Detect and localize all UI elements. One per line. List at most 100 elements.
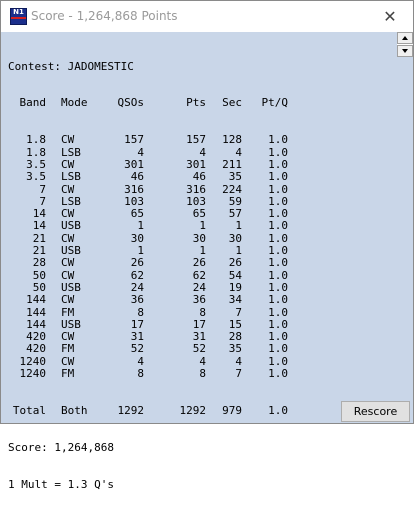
- band-rows: 1.8 CW 157 157 128 1.0 1.8 LSB 4 4 4 1.0 3.5 CW 301 301…: [8, 134, 396, 380]
- cell-band: 420: [26, 342, 46, 356]
- cell-pts: 26: [192, 256, 206, 270]
- total-ptq: 1.0: [268, 403, 288, 417]
- total-qsos: 1292: [117, 403, 145, 417]
- cell-ptq: 1.0: [268, 170, 288, 184]
- n1mm-logo-icon[interactable]: N1: [10, 8, 27, 25]
- cell-ptq: 1.0: [268, 219, 288, 233]
- cell-pts: 4: [199, 354, 206, 368]
- cell-mode: FM: [61, 367, 75, 381]
- cell-qsos: 8: [137, 305, 144, 319]
- window-title: Score - 1,264,868 Points: [31, 9, 178, 23]
- cell-ptq: 1.0: [268, 256, 288, 270]
- cell-band: 144: [26, 293, 46, 307]
- header-mode: Mode: [61, 96, 88, 110]
- contest-line: Contest: JADOMESTIC: [8, 59, 134, 73]
- score-report-panel[interactable]: Contest: JADOMESTIC Band Mode QSOs Pts Sec Pt…: [4, 32, 396, 490]
- cell-ptq: 1.0: [268, 342, 288, 356]
- mult-line: 1 Mult = 1.3 Q's: [8, 477, 114, 491]
- cell-mode: USB: [61, 317, 81, 331]
- cell-pts: 316: [186, 182, 206, 196]
- cell-sec: 35: [228, 170, 242, 184]
- cell-mode: LSB: [61, 170, 81, 184]
- total-band: Total: [12, 403, 46, 417]
- cell-sec: 1: [235, 219, 242, 233]
- cell-band: 3.5: [26, 170, 46, 184]
- total-sec: 979: [222, 403, 242, 417]
- cell-band: 1240: [19, 367, 47, 381]
- header-pts: Pts: [186, 96, 206, 110]
- scroll-up-arrow-icon: [402, 36, 408, 40]
- band-row: 420 FM 52 52 35 1.0: [8, 342, 396, 356]
- cell-qsos: 36: [130, 293, 144, 307]
- cell-mode: FM: [61, 342, 75, 356]
- cell-qsos: 52: [130, 342, 144, 356]
- score-line: Score: 1,264,868: [8, 440, 114, 454]
- cell-qsos: 157: [124, 133, 144, 147]
- cell-pts: 65: [192, 207, 206, 221]
- rescore-button[interactable]: Rescore: [341, 401, 410, 422]
- cell-band: 14: [32, 219, 46, 233]
- cell-mode: CW: [61, 256, 75, 270]
- cell-mode: LSB: [61, 194, 81, 208]
- header-qsos: QSOs: [117, 96, 145, 110]
- vertical-scrollbar[interactable]: [397, 32, 413, 57]
- header-sec: Sec: [222, 96, 242, 110]
- cell-qsos: 46: [130, 170, 144, 184]
- total-pts: 1292: [179, 403, 207, 417]
- report-header-row: Band Mode QSOs Pts Sec Pt/Q: [8, 96, 396, 110]
- band-row: 3.5 LSB 46 46 35 1.0: [8, 170, 396, 184]
- band-row: 1240 FM 8 8 7 1.0: [8, 367, 396, 381]
- cell-band: 7: [39, 182, 46, 196]
- cell-pts: 46: [192, 170, 206, 184]
- cell-pts: 1: [199, 219, 206, 233]
- app-icon-text: N1: [13, 8, 24, 16]
- cell-sec: 224: [222, 182, 242, 196]
- band-row: 7 CW 316 316 224 1.0: [8, 182, 396, 196]
- close-icon: ✕: [383, 7, 397, 26]
- cell-mode: USB: [61, 219, 81, 233]
- score-window: N1 Score - 1,264,868 Points ✕ Contest: J…: [0, 0, 414, 490]
- cell-mode: CW: [61, 354, 75, 368]
- cell-ptq: 1.0: [268, 305, 288, 319]
- score-report-text: Contest: JADOMESTIC Band Mode QSOs Pts Sec Pt…: [4, 32, 396, 516]
- cell-qsos: 1: [137, 219, 144, 233]
- band-row: 144 CW 36 36 34 1.0: [8, 293, 396, 307]
- cell-mode: USB: [61, 244, 81, 258]
- cell-mode: USB: [61, 280, 81, 294]
- app-icon-stripe: [11, 17, 26, 19]
- scroll-down-arrow-icon: [402, 49, 408, 53]
- cell-pts: 30: [192, 231, 206, 245]
- cell-ptq: 1.0: [268, 293, 288, 307]
- cell-ptq: 1.0: [268, 367, 288, 381]
- close-button[interactable]: ✕: [367, 1, 413, 32]
- cell-mode: CW: [61, 182, 75, 196]
- cell-sec: 35: [228, 342, 242, 356]
- cell-pts: 52: [192, 342, 206, 356]
- cell-mode: CW: [61, 330, 75, 344]
- total-mode: Both: [61, 403, 88, 417]
- cell-pts: 157: [186, 133, 206, 147]
- cell-ptq: 1.0: [268, 182, 288, 196]
- cell-pts: 8: [199, 305, 206, 319]
- band-row: 28 CW 26 26 26 1.0: [8, 256, 396, 270]
- cell-pts: 8: [199, 367, 206, 381]
- cell-mode: LSB: [61, 145, 81, 159]
- cell-sec: 7: [235, 367, 242, 381]
- scroll-down-button[interactable]: [397, 45, 413, 57]
- cell-sec: 34: [228, 293, 242, 307]
- scroll-up-button[interactable]: [397, 32, 413, 44]
- cell-band: 144: [26, 305, 46, 319]
- cell-qsos: 8: [137, 367, 144, 381]
- title-bar[interactable]: N1 Score - 1,264,868 Points ✕: [1, 1, 413, 32]
- cell-band: 28: [32, 256, 46, 270]
- cell-pts: 36: [192, 293, 206, 307]
- band-row: 1.8 CW 157 157 128 1.0: [8, 133, 396, 147]
- cell-band: 1.8: [26, 133, 46, 147]
- cell-mode: CW: [61, 133, 75, 147]
- cell-mode: FM: [61, 305, 75, 319]
- cell-ptq: 1.0: [268, 133, 288, 147]
- band-row: 144 FM 8 8 7 1.0: [8, 305, 396, 319]
- header-ptq: Pt/Q: [261, 96, 289, 110]
- cell-qsos: 316: [124, 182, 144, 196]
- band-row: 14 USB 1 1 1 1.0: [8, 219, 396, 233]
